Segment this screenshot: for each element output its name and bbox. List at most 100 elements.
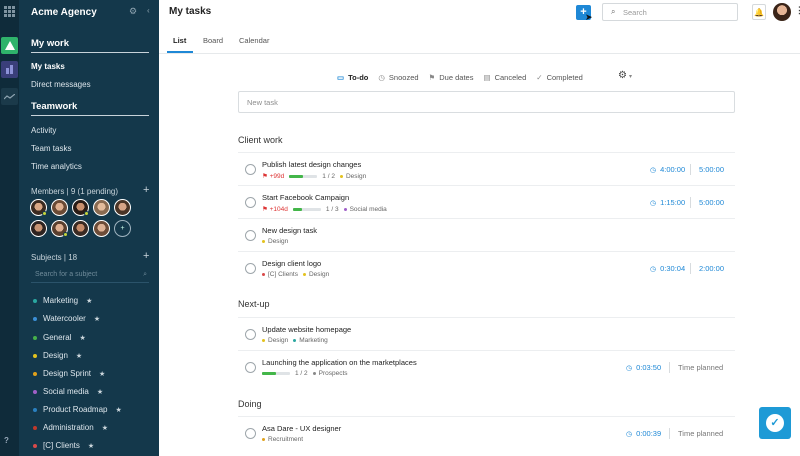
- new-task-input[interactable]: New task: [238, 91, 735, 113]
- time-tracked[interactable]: ◷ 0:03:50: [626, 363, 661, 372]
- time-planned[interactable]: 5:00:00: [699, 165, 724, 174]
- task-title[interactable]: Asa Dare - UX designer: [262, 424, 341, 433]
- task-row[interactable]: Update website homepage Design Marketing: [238, 317, 735, 350]
- task-title[interactable]: New design task: [262, 226, 317, 235]
- sidebar-item-time-analytics[interactable]: Time analytics: [31, 162, 82, 171]
- time-planned[interactable]: Time planned: [678, 429, 723, 438]
- task-title[interactable]: Update website homepage: [262, 325, 351, 334]
- avatar[interactable]: [51, 220, 68, 237]
- avatar[interactable]: [30, 220, 47, 237]
- sidebar-item-subject[interactable]: General ★: [33, 333, 86, 342]
- star-icon[interactable]: ★: [76, 352, 82, 360]
- task-row[interactable]: New design task Design: [238, 218, 735, 251]
- task-row[interactable]: Design client logo [C] Clients Design ◷ 0…: [238, 251, 735, 284]
- task-checkbox[interactable]: [245, 329, 256, 340]
- star-icon[interactable]: ★: [102, 424, 108, 432]
- avatar[interactable]: [72, 199, 89, 216]
- tag[interactable]: Design: [302, 271, 329, 278]
- time-planned[interactable]: Time planned: [678, 363, 723, 372]
- workspace-name[interactable]: Acme Agency: [31, 7, 97, 18]
- tag[interactable]: Marketing: [293, 337, 328, 344]
- tab-board[interactable]: Board: [203, 36, 223, 45]
- tag[interactable]: Recruitment: [262, 436, 303, 443]
- add-subject-icon[interactable]: +: [143, 250, 149, 262]
- tab-list[interactable]: List: [173, 36, 186, 45]
- tab-calendar[interactable]: Calendar: [239, 36, 269, 45]
- view-settings-gear-icon[interactable]: ⚙ ▾: [618, 70, 632, 81]
- task-title[interactable]: Launching the application on the marketp…: [262, 358, 417, 367]
- tag[interactable]: Design: [262, 238, 288, 245]
- task-checkbox[interactable]: [245, 263, 256, 274]
- tag[interactable]: [C] Clients: [262, 271, 298, 278]
- tag[interactable]: Social media: [343, 206, 387, 213]
- time-tracked[interactable]: ◷ 0:00:39: [626, 429, 661, 438]
- avatar[interactable]: [114, 199, 131, 216]
- avatar[interactable]: [72, 220, 89, 237]
- sidebar-item-subject[interactable]: Design Sprint ★: [33, 369, 105, 378]
- filter-todo[interactable]: ▭ To-do: [337, 73, 368, 82]
- task-title[interactable]: Start Facebook Campaign: [262, 193, 349, 202]
- sidebar-item-activity[interactable]: Activity: [31, 126, 56, 135]
- filter-completed[interactable]: ✓ Completed: [536, 73, 583, 82]
- sidebar-item-subject[interactable]: Administration ★: [33, 423, 108, 432]
- chevron-left-icon[interactable]: ‹: [147, 6, 150, 15]
- gear-icon[interactable]: ⚙: [129, 6, 137, 17]
- avatar[interactable]: [30, 199, 47, 216]
- task-title[interactable]: Design client logo: [262, 259, 321, 268]
- filter-snoozed[interactable]: ◷ Snoozed: [378, 73, 418, 82]
- task-checkbox[interactable]: [245, 164, 256, 175]
- task-title[interactable]: Publish latest design changes: [262, 160, 361, 169]
- subject-search-input[interactable]: Search for a subject ⌕: [31, 268, 149, 283]
- star-icon[interactable]: ★: [79, 334, 85, 342]
- tag[interactable]: Prospects: [312, 370, 348, 377]
- star-icon[interactable]: ★: [94, 315, 100, 323]
- filter-due-dates[interactable]: ⚑ Due dates: [429, 73, 474, 82]
- task-row[interactable]: Asa Dare - UX designer Recruitment ◷ 0:00…: [238, 416, 735, 449]
- avatar[interactable]: [93, 199, 110, 216]
- task-row[interactable]: Launching the application on the marketp…: [238, 350, 735, 383]
- sidebar-item-subject[interactable]: Marketing ★: [33, 296, 92, 305]
- tag[interactable]: Design: [339, 173, 366, 180]
- tag[interactable]: Design: [262, 337, 288, 344]
- apps-grid-icon[interactable]: [4, 6, 15, 17]
- task-checkbox[interactable]: [245, 197, 256, 208]
- sidebar-item-subject[interactable]: Product Roadmap ★: [33, 405, 122, 414]
- star-icon[interactable]: ★: [88, 442, 94, 450]
- bell-icon[interactable]: 🔔: [752, 4, 766, 20]
- subject-name: Product Roadmap: [43, 405, 108, 414]
- help-icon[interactable]: ?: [4, 436, 9, 445]
- task-checkbox[interactable]: [245, 230, 256, 241]
- task-row[interactable]: Start Facebook Campaign ⚑ +104d 1 / 3 So…: [238, 185, 735, 218]
- time-planned[interactable]: 2:00:00: [699, 264, 724, 273]
- sidebar-item-subject[interactable]: Design ★: [33, 351, 82, 360]
- sidebar-item-team-tasks[interactable]: Team tasks: [31, 144, 71, 153]
- sidebar-item-subject[interactable]: Social media ★: [33, 387, 103, 396]
- time-planned[interactable]: 5:00:00: [699, 198, 724, 207]
- add-member-icon[interactable]: +: [143, 184, 149, 196]
- time-tracked[interactable]: ◷ 0:30:04: [650, 264, 685, 273]
- star-icon[interactable]: ★: [99, 370, 105, 378]
- search-input[interactable]: ⌕ Search: [602, 3, 738, 21]
- star-icon[interactable]: ★: [115, 406, 121, 414]
- time-tracked[interactable]: ◷ 4:00:00: [650, 165, 685, 174]
- workspace-switch-icon[interactable]: [1, 61, 18, 78]
- avatar[interactable]: [93, 220, 110, 237]
- more-icon[interactable]: ⋮: [795, 5, 800, 16]
- filter-canceled[interactable]: ▤ Canceled: [483, 73, 526, 82]
- sidebar-item-direct-messages[interactable]: Direct messages: [31, 80, 91, 89]
- avatar[interactable]: [773, 3, 791, 21]
- avatar[interactable]: [51, 199, 68, 216]
- time-tracked[interactable]: ◷ 1:15:00: [650, 198, 685, 207]
- star-icon[interactable]: ★: [86, 297, 92, 305]
- task-row[interactable]: Publish latest design changes ⚑ +99d 1 /…: [238, 152, 735, 185]
- sidebar-item-subject[interactable]: Watercooler ★: [33, 314, 100, 323]
- sidebar-item-my-tasks[interactable]: My tasks: [31, 62, 65, 71]
- workspace-switch-icon[interactable]: [1, 37, 18, 54]
- workspace-switch-icon[interactable]: [1, 88, 18, 105]
- invite-member-icon[interactable]: +: [114, 220, 131, 237]
- sidebar-item-subject[interactable]: [C] Clients ★: [33, 441, 94, 450]
- task-checkbox[interactable]: [245, 428, 256, 439]
- support-chat-button[interactable]: ✓: [759, 407, 791, 439]
- star-icon[interactable]: ★: [97, 388, 103, 396]
- task-checkbox[interactable]: [245, 362, 256, 373]
